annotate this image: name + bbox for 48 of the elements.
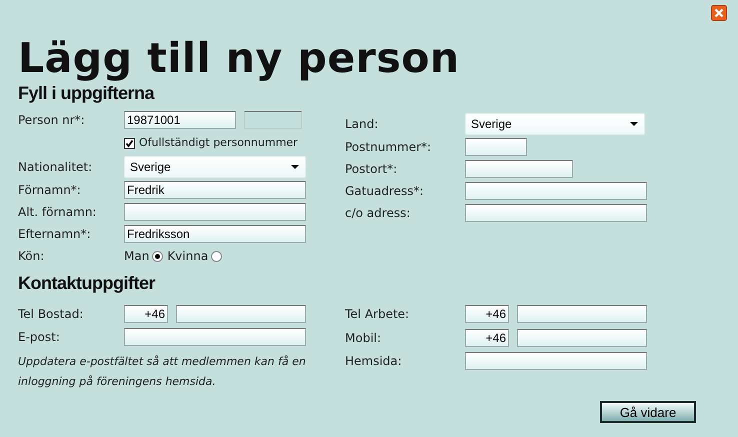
input-field[interactable] bbox=[465, 352, 647, 370]
caret-icon bbox=[291, 165, 299, 169]
radio-button[interactable] bbox=[211, 250, 222, 262]
input-field[interactable] bbox=[176, 305, 306, 323]
field-label: Kön: bbox=[18, 248, 46, 265]
input-field[interactable] bbox=[465, 138, 527, 156]
field-label: Land: bbox=[345, 116, 380, 133]
input-field[interactable] bbox=[465, 160, 573, 178]
section-heading: Kontaktuppgifter bbox=[18, 273, 156, 293]
input-field[interactable] bbox=[465, 204, 647, 222]
close-icon[interactable] bbox=[711, 5, 727, 21]
field-label: Alt. förnamn: bbox=[18, 204, 98, 221]
input-field[interactable]: +46 bbox=[465, 305, 509, 323]
checkbox[interactable] bbox=[124, 138, 135, 148]
input-field[interactable] bbox=[124, 328, 306, 346]
radio-label: Kvinna bbox=[167, 248, 208, 265]
input-field[interactable]: +46 bbox=[124, 305, 168, 323]
field-label: c/o adress: bbox=[345, 205, 412, 222]
input-field[interactable] bbox=[517, 305, 647, 323]
field-label: Postort*: bbox=[345, 161, 398, 178]
continue-button[interactable]: Gå vidare bbox=[600, 401, 696, 423]
field-label: Nationalitet: bbox=[18, 159, 94, 176]
radio-button[interactable] bbox=[152, 250, 164, 262]
dropdown[interactable]: Sverige bbox=[124, 156, 306, 178]
input-field[interactable]: Fredriksson bbox=[124, 225, 306, 243]
input-field[interactable]: +46 bbox=[465, 329, 509, 347]
caret-icon bbox=[630, 122, 638, 126]
dropdown[interactable]: Sverige bbox=[465, 113, 645, 135]
section-heading: Fyll i uppgifterna bbox=[18, 83, 156, 103]
field-label: E-post: bbox=[18, 329, 61, 346]
checkbox-label: Ofullständigt personnummer bbox=[139, 134, 298, 151]
field-label: Tel Bostad: bbox=[18, 306, 84, 323]
page-title: Lägg till ny person bbox=[18, 34, 461, 82]
field-label: Hemsida: bbox=[345, 353, 403, 370]
field-label: Tel Arbete: bbox=[345, 306, 410, 323]
input-field[interactable]: 19871001 bbox=[124, 111, 236, 129]
field-label: Person nr*: bbox=[18, 112, 86, 129]
field-label: Mobil: bbox=[345, 330, 382, 347]
field-label: Gatuadress*: bbox=[345, 183, 425, 200]
input-field[interactable] bbox=[517, 329, 647, 347]
input-field[interactable] bbox=[465, 182, 647, 200]
field-label: Postnummer*: bbox=[345, 139, 432, 156]
field-label: Efternamn*: bbox=[18, 226, 92, 243]
field-label: Förnamn*: bbox=[18, 182, 82, 199]
input-field[interactable] bbox=[124, 203, 306, 221]
radio-label: Man bbox=[124, 248, 150, 265]
input-field[interactable]: Fredrik bbox=[124, 181, 306, 199]
help-text: Uppdatera e-postfältet så att medlemmen kan få en inloggning på föreningens hemsida. bbox=[18, 354, 307, 390]
